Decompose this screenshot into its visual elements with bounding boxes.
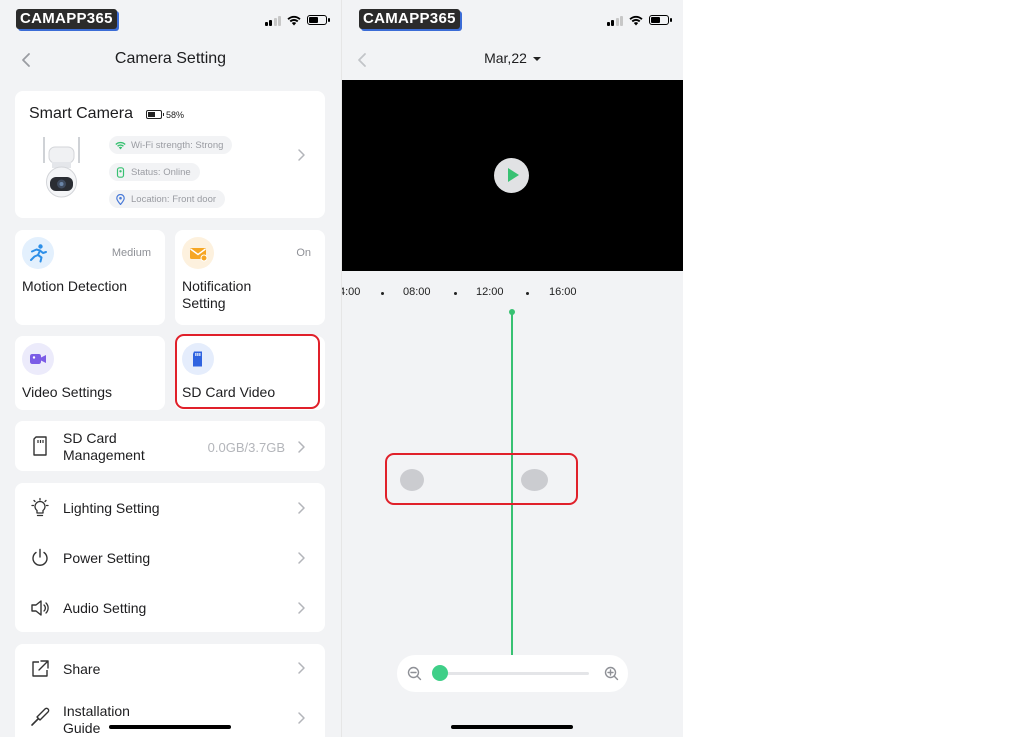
cellular-signal-icon [264, 15, 281, 26]
sd-card-management-row[interactable]: SD Card Management 0.0GB/3.7GB [15, 421, 325, 471]
camera-setting-screen: CAMAPP365 Camera Setting Smart Camera 58… [0, 0, 341, 737]
nav-bar: Camera Setting [0, 40, 341, 80]
cellular-signal-icon [606, 15, 623, 26]
installation-guide-label: Installation Guide [63, 703, 130, 736]
battery-icon [307, 15, 330, 25]
time-tick: 12:00 [476, 286, 504, 298]
time-tick: 08:00 [403, 286, 431, 298]
share-row[interactable]: Share [15, 644, 325, 694]
video-player[interactable] [342, 80, 683, 271]
status-online-icon [116, 166, 125, 178]
play-button[interactable] [494, 158, 529, 193]
status-text: Status: Online [131, 166, 191, 178]
date-selector[interactable]: Mar,22 [342, 50, 683, 66]
status-bar: CAMAPP365 [0, 0, 341, 40]
video-settings-label: Video Settings [22, 384, 113, 400]
home-indicator [109, 725, 231, 729]
chevron-right-icon [298, 602, 305, 614]
nav-bar: Mar,22 [342, 40, 683, 80]
power-setting-row[interactable]: Power Setting [15, 533, 325, 583]
motion-detection-label: Motion Detection [22, 278, 128, 294]
light-bulb-icon [31, 497, 49, 517]
chevron-right-icon [298, 149, 305, 161]
tile-motion-detection[interactable]: Medium Motion Detection [15, 230, 165, 325]
notification-setting-value: On [296, 247, 311, 259]
wifi-strength-text: Wi-Fi strength: Strong [131, 139, 224, 151]
wifi-strength-pill: Wi-Fi strength: Strong [109, 136, 233, 154]
motion-detection-value: Medium [111, 247, 151, 259]
tile-notification-setting[interactable]: On Notification Setting [175, 230, 325, 325]
power-icon [32, 548, 48, 566]
envelope-icon [182, 237, 214, 269]
page-title: Camera Setting [114, 50, 227, 67]
notification-setting-label: Notification Setting [182, 278, 252, 311]
lighting-setting-row[interactable]: Lighting Setting [15, 483, 325, 533]
zoom-slider-thumb[interactable] [432, 665, 448, 681]
device-card[interactable]: Smart Camera 58% Wi-Fi strength: Strong … [15, 91, 325, 218]
chevron-right-icon [298, 441, 305, 453]
audio-setting-label: Audio Setting [63, 600, 147, 616]
chevron-right-icon [298, 712, 305, 724]
tile-video-settings[interactable]: Video Settings [15, 336, 165, 410]
timeline[interactable]: 4:00 08:00 12:00 16:00 [342, 271, 683, 737]
home-indicator [451, 725, 573, 729]
time-tick: 16:00 [549, 286, 577, 298]
screwdriver-icon [31, 707, 50, 726]
location-text: Location: Front door [131, 193, 217, 205]
chevron-right-icon [298, 662, 305, 674]
status-bar: CAMAPP365 [342, 0, 683, 40]
zoom-in-icon[interactable] [604, 666, 619, 681]
status-pill: Status: Online [109, 163, 200, 181]
speaker-icon [31, 600, 49, 616]
device-battery-icon [146, 110, 164, 119]
chevron-right-icon [298, 502, 305, 514]
camera-image [43, 137, 80, 198]
share-icon [32, 660, 49, 677]
sd-card-storage-value: 0.0GB/3.7GB [207, 440, 285, 455]
battery-icon [649, 15, 672, 25]
video-camera-icon [22, 343, 54, 375]
location-pin-icon [116, 193, 125, 205]
watermark-logo: CAMAPP365 [16, 9, 117, 29]
date-label: Mar,22 [484, 50, 527, 66]
tick-dot [454, 292, 457, 295]
watermark-logo: CAMAPP365 [359, 9, 460, 29]
share-label: Share [63, 661, 101, 677]
chevron-right-icon [298, 552, 305, 564]
tick-dot [526, 292, 529, 295]
zoom-control [397, 655, 628, 692]
zoom-out-icon[interactable] [407, 666, 422, 681]
running-person-icon [22, 237, 54, 269]
device-battery-percent: 58% [166, 110, 185, 120]
wifi-green-icon [115, 141, 126, 149]
tick-dot [381, 292, 384, 295]
device-name: Smart Camera [29, 105, 134, 122]
settings-group: Lighting Setting Power Setting Audio Set… [15, 483, 325, 632]
caret-down-icon [532, 57, 541, 62]
lighting-setting-label: Lighting Setting [63, 500, 160, 516]
sd-card-video-highlight [175, 334, 320, 409]
power-setting-label: Power Setting [63, 550, 151, 566]
sd-card-outline-icon [33, 436, 47, 456]
wifi-icon [287, 15, 301, 25]
wifi-icon [629, 15, 643, 25]
extras-group: Share Installation Guide [15, 644, 325, 737]
installation-guide-row[interactable]: Installation Guide [15, 694, 325, 737]
audio-setting-row[interactable]: Audio Setting [15, 583, 325, 633]
current-time-dot [509, 309, 515, 315]
zoom-track[interactable] [439, 672, 589, 675]
sd-card-management-label: SD Card Management [63, 430, 145, 463]
location-pill: Location: Front door [109, 190, 226, 208]
time-tick: 4:00 [342, 286, 361, 298]
sd-card-video-screen: CAMAPP365 Mar,22 4:00 08:00 12:00 16:00 [342, 0, 683, 737]
recording-segments-highlight [385, 453, 578, 505]
